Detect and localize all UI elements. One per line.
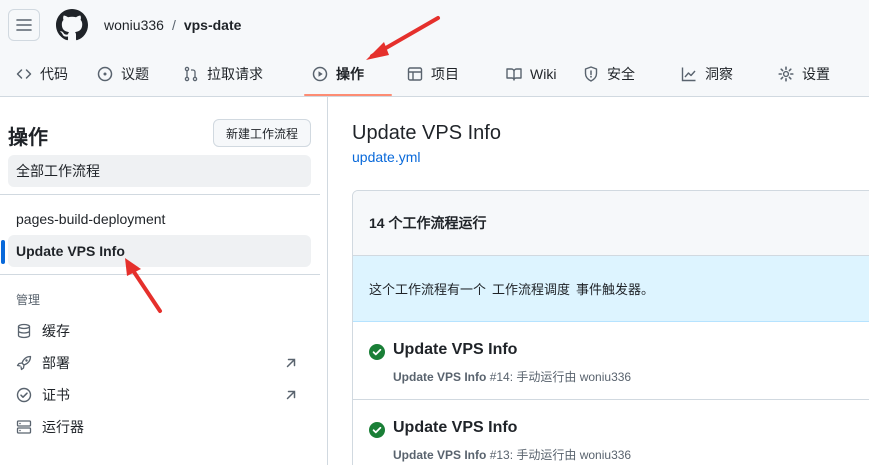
workflow-title: Update VPS Info bbox=[352, 122, 501, 144]
tab-label: 项目 bbox=[431, 66, 459, 82]
active-tab-underline bbox=[304, 94, 392, 96]
workflow-run-row[interactable]: Update VPS Info Update VPS Info #13: 手动运… bbox=[353, 400, 869, 465]
tab-projects[interactable]: 项目 bbox=[407, 52, 459, 96]
sidebar-item-update-vps-info[interactable]: Update VPS Info bbox=[8, 235, 311, 267]
sidebar-divider bbox=[0, 274, 320, 275]
tab-label: 操作 bbox=[336, 66, 364, 82]
breadcrumb-separator: / bbox=[171, 17, 176, 33]
workflow-run-row[interactable]: Update VPS Info Update VPS Info #14: 手动运… bbox=[353, 322, 869, 400]
play-icon bbox=[312, 66, 328, 82]
rocket-icon bbox=[16, 355, 32, 371]
actions-sidebar: 操作 新建工作流程 全部工作流程 pages-build-deployment … bbox=[0, 97, 328, 465]
run-workflow-name: Update VPS Info bbox=[393, 448, 487, 462]
issue-icon bbox=[97, 66, 113, 82]
run-title[interactable]: Update VPS Info bbox=[393, 419, 517, 437]
tab-label: 代码 bbox=[40, 66, 68, 82]
run-meta-text: #13: 手动运行由 woniu336 bbox=[489, 448, 632, 462]
sidebar-item-label: 运行器 bbox=[42, 419, 84, 435]
manage-heading: 管理 bbox=[16, 293, 41, 307]
database-icon bbox=[17, 323, 31, 339]
tab-label: 设置 bbox=[802, 66, 830, 82]
tab-wiki[interactable]: Wiki bbox=[506, 52, 556, 96]
menu-button[interactable] bbox=[8, 9, 40, 41]
tab-label: 安全 bbox=[607, 66, 635, 82]
run-workflow-name: Update VPS Info bbox=[393, 370, 487, 384]
tab-label: Wiki bbox=[530, 66, 557, 82]
info-text: 事件触发器。 bbox=[576, 282, 655, 297]
tab-settings[interactable]: 设置 bbox=[778, 52, 830, 96]
tab-pull-requests[interactable]: 拉取请求 bbox=[183, 52, 263, 96]
sidebar-item-runners[interactable]: 运行器 bbox=[8, 411, 311, 443]
pull-request-icon bbox=[184, 66, 198, 82]
tab-code[interactable]: 代码 bbox=[16, 52, 68, 96]
shield-icon bbox=[584, 66, 598, 82]
dispatch-info-banner: 这个工作流程有一个 工作流程调度 事件触发器。 bbox=[353, 256, 869, 322]
tab-security[interactable]: 安全 bbox=[583, 52, 635, 96]
info-code: 工作流程调度 bbox=[492, 282, 571, 297]
runs-count: 14 个工作流程运行 bbox=[353, 191, 869, 256]
breadcrumb: woniu336 / vps-date bbox=[104, 17, 241, 33]
book-icon bbox=[506, 68, 522, 81]
tab-label: 议题 bbox=[121, 66, 149, 82]
tab-issues[interactable]: 议题 bbox=[97, 52, 149, 96]
github-logo-icon[interactable] bbox=[56, 9, 88, 41]
graph-icon bbox=[681, 67, 696, 82]
sidebar-item-caches[interactable]: 缓存 bbox=[8, 315, 311, 347]
tab-label: 拉取请求 bbox=[207, 66, 263, 82]
sidebar-item-label: 部署 bbox=[42, 355, 70, 371]
success-check-icon bbox=[369, 422, 385, 438]
tab-label: 洞察 bbox=[705, 66, 733, 82]
repo-owner-link[interactable]: woniu336 bbox=[104, 17, 164, 33]
repo-nav: 代码 议题 拉取请求 操作 项目 Wiki 安全 洞察 设置 bbox=[0, 52, 869, 97]
table-icon bbox=[407, 67, 423, 81]
repo-header: woniu336 / vps-date bbox=[0, 0, 869, 52]
run-meta: Update VPS Info #13: 手动运行由 woniu336 bbox=[393, 446, 631, 463]
server-icon bbox=[16, 420, 32, 434]
hamburger-icon bbox=[16, 19, 32, 31]
sidebar-item-all-workflows[interactable]: 全部工作流程 bbox=[8, 155, 311, 187]
sidebar-item-label: 证书 bbox=[42, 387, 70, 403]
run-title[interactable]: Update VPS Info bbox=[393, 341, 517, 359]
gear-icon bbox=[778, 66, 794, 82]
sidebar-divider bbox=[0, 194, 320, 195]
tab-insights[interactable]: 洞察 bbox=[681, 52, 733, 96]
external-link-arrow-icon bbox=[286, 358, 296, 368]
repo-name-link[interactable]: vps-date bbox=[184, 17, 242, 33]
code-icon bbox=[16, 69, 32, 79]
workflow-file-link[interactable]: update.yml bbox=[352, 149, 420, 165]
info-text: 这个工作流程有一个 bbox=[369, 282, 487, 297]
tab-actions[interactable]: 操作 bbox=[312, 52, 364, 96]
run-meta-text: #14: 手动运行由 woniu336 bbox=[489, 370, 632, 384]
sidebar-item-label: 缓存 bbox=[42, 323, 70, 339]
sidebar-item-pages-build-deployment[interactable]: pages-build-deployment bbox=[8, 203, 311, 235]
verified-icon bbox=[16, 387, 32, 403]
selected-indicator bbox=[1, 240, 5, 264]
external-link-arrow-icon bbox=[286, 390, 296, 400]
sidebar-item-deployments[interactable]: 部署 bbox=[8, 347, 311, 379]
sidebar-title: 操作 bbox=[8, 127, 48, 149]
new-workflow-button[interactable]: 新建工作流程 bbox=[213, 119, 311, 147]
success-check-icon bbox=[369, 344, 385, 360]
sidebar-item-attestations[interactable]: 证书 bbox=[8, 379, 311, 411]
workflow-runs-panel: 14 个工作流程运行 这个工作流程有一个 工作流程调度 事件触发器。 Updat… bbox=[352, 190, 869, 465]
run-meta: Update VPS Info #14: 手动运行由 woniu336 bbox=[393, 368, 631, 385]
